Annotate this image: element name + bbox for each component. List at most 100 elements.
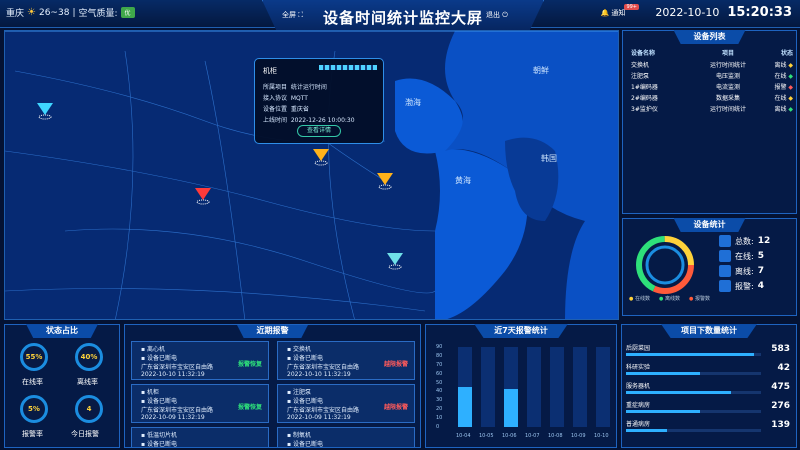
notice-badge: 99+: [624, 3, 639, 10]
alarm-address: 广东省深圳市宝安区自由路: [287, 362, 359, 371]
alarm-time-text: 2022-10-10 11:32:19: [287, 371, 351, 378]
gauge-online: 55%: [20, 343, 48, 371]
bar-background: [504, 347, 518, 427]
stat-label: 总数:: [735, 236, 754, 246]
y-tick-label: 70: [436, 361, 443, 368]
y-tick-label: 10: [436, 415, 443, 422]
device-stats-panel: 设备统计 总数: 12 在线: 5 离线: 7 报警: 4 ● 在线数 ● 离线数 ● 报警数: [622, 218, 797, 316]
alarm-card[interactable]: ▪ 交换机 ▪ 设备已断电 广东省深圳市宝安区自由路 2022-10-10 11:32…: [277, 341, 415, 380]
alarm-card[interactable]: ▪ 制氧机 ▪ 设备已断电: [277, 427, 415, 447]
alarm-event-text: 设备已断电: [146, 398, 177, 405]
x-tick-label: 10-07: [525, 433, 540, 439]
chart-title: 近7天报警统计: [474, 324, 568, 338]
popup-value: MQTT: [290, 95, 308, 102]
col-project: 项目: [721, 50, 734, 57]
device-list-title: 设备列表: [673, 30, 746, 44]
popup-key: 上线时间: [263, 117, 288, 124]
stat-row: 离线: 7: [719, 265, 764, 277]
project-count-title: 项目下数量统计: [661, 324, 757, 338]
alarm-card[interactable]: ▪ 低温切片机 ▪ 设备已断电: [131, 427, 269, 447]
popup-title: 机柜: [263, 67, 277, 75]
device-project: 运行时间统计: [709, 106, 746, 113]
gauge-today-alarm-label: 今日报警: [71, 430, 99, 438]
project-bar-track: [626, 372, 761, 375]
alarm-event: ▪ 设备已断电: [141, 353, 177, 362]
legend-offline: ● 离线数: [659, 296, 680, 302]
status-dot-icon: ◆: [786, 95, 793, 102]
fullscreen-button[interactable]: 全屏 ⛶: [282, 10, 303, 20]
bar-background: [596, 347, 610, 427]
exit-button[interactable]: 退出 ⏻: [486, 10, 508, 20]
exit-label: 退出: [486, 11, 500, 19]
alarm-device: ▪ 注肥泵: [287, 387, 311, 396]
project-bar-track: [626, 429, 761, 432]
device-status: 在线 ◆: [759, 71, 793, 80]
bar-background: [527, 347, 541, 427]
project-name: 重症病房: [626, 402, 651, 409]
map-marker-orange-2[interactable]: [375, 171, 395, 191]
fullscreen-label: 全屏: [282, 11, 296, 19]
alarm-event: ▪ 设备已断电: [287, 396, 323, 405]
device-project: 运行时间统计: [709, 62, 746, 69]
notice-button[interactable]: 🔔 通知 99+: [600, 3, 639, 18]
project-bar-fill: [626, 391, 732, 394]
device-project: 电流监测: [715, 84, 740, 91]
map-marker-orange[interactable]: [311, 147, 331, 167]
alarm-time: 2022-10-10 11:32:19: [141, 371, 205, 378]
y-tick-label: 0: [436, 424, 440, 430]
x-tick-label: 10-04: [456, 433, 471, 439]
y-tick-label: 50: [436, 379, 443, 386]
y-tick-label: 40: [436, 388, 443, 395]
col-name: 设备名称: [631, 50, 656, 57]
map-marker-cyan[interactable]: [35, 101, 55, 121]
status-dot-icon: ◆: [786, 106, 793, 113]
view-details-button[interactable]: 查看详情: [297, 125, 341, 137]
alarm-tag: 报警恢复: [237, 361, 262, 368]
alarm-address-text: 广东省深圳市宝安区自由路: [287, 407, 360, 414]
y-tick-label: 80: [436, 352, 443, 359]
gauge-alarm-rate: 5%: [20, 395, 48, 423]
alarm-device: ▪ 离心机: [141, 344, 165, 353]
alarm-card[interactable]: ▪ 离心机 ▪ 设备已断电 广东省深圳市宝安区自由路 2022-10-10 11:32…: [131, 341, 269, 380]
top-right: 🔔 通知 99+ 2022-10-10 15:20:33: [600, 3, 792, 20]
y-tick-label: 90: [436, 344, 443, 350]
alarm-card[interactable]: ▪ 机柜 ▪ 设备已断电 广东省深圳市宝安区自由路 2022-10-09 11:32:…: [131, 384, 269, 423]
stat-row: 报警: 4: [719, 280, 764, 292]
alarm-device: ▪ 交换机: [287, 344, 311, 353]
device-row[interactable]: 1#编码器 电流监测 报警 ◆: [631, 82, 793, 91]
gauge-offline-label: 离线率: [77, 378, 98, 386]
device-popup: 机柜 所属项目 统计运行时间 接入协议 MQTT 设备位置 重庆省 上线时间 2…: [254, 58, 384, 144]
device-row[interactable]: 交换机 运行时间统计 离线 ◆: [631, 60, 793, 69]
alarm-card[interactable]: ▪ 注肥泵 ▪ 设备已断电 广东省深圳市宝安区自由路 2022-10-09 11:32…: [277, 384, 415, 423]
map-marker-red[interactable]: [193, 186, 213, 206]
popup-key: 接入协议: [263, 95, 288, 102]
device-project: 数据采集: [715, 95, 740, 102]
stats-donut: [636, 236, 694, 294]
popup-value: 重庆省: [290, 106, 309, 113]
alarm-device-name: 离心机: [146, 346, 165, 353]
bar: [458, 387, 472, 427]
alarm-tag: 报警恢复: [237, 404, 262, 411]
map-marker-cyan-2[interactable]: [385, 251, 405, 271]
gauge-offline: 40%: [75, 343, 103, 371]
aqi-badge: 优: [120, 7, 135, 18]
alarm-address: 广东省深圳市宝安区自由路: [287, 405, 359, 414]
device-row[interactable]: 注肥泵 电压监测 在线 ◆: [631, 71, 793, 80]
bar-background: [458, 347, 472, 427]
alarm-tag: 越限报警: [383, 361, 408, 368]
gauge-today-alarm: 4: [75, 395, 103, 423]
project-value: 475: [771, 382, 790, 392]
label-huanghai: 黄海: [455, 175, 471, 185]
project-name: 服务器机: [626, 383, 651, 390]
project-value: 139: [771, 420, 790, 430]
device-row[interactable]: 2#编码器 数据采集 在线 ◆: [631, 93, 793, 102]
aqi-label: 空气质量:: [78, 9, 118, 19]
alarm-device-name: 低温切片机: [146, 432, 177, 439]
project-bar-fill: [626, 372, 701, 375]
device-status: 在线 ◆: [759, 93, 793, 102]
device-status: 离线 ◆: [759, 104, 793, 113]
alarm-address: 广东省深圳市宝安区自由路: [141, 362, 213, 371]
device-row[interactable]: 3#监护仪 运行时间统计 离线 ◆: [631, 104, 793, 113]
project-bar-track: [626, 410, 761, 413]
status-text: 在线: [774, 95, 787, 102]
